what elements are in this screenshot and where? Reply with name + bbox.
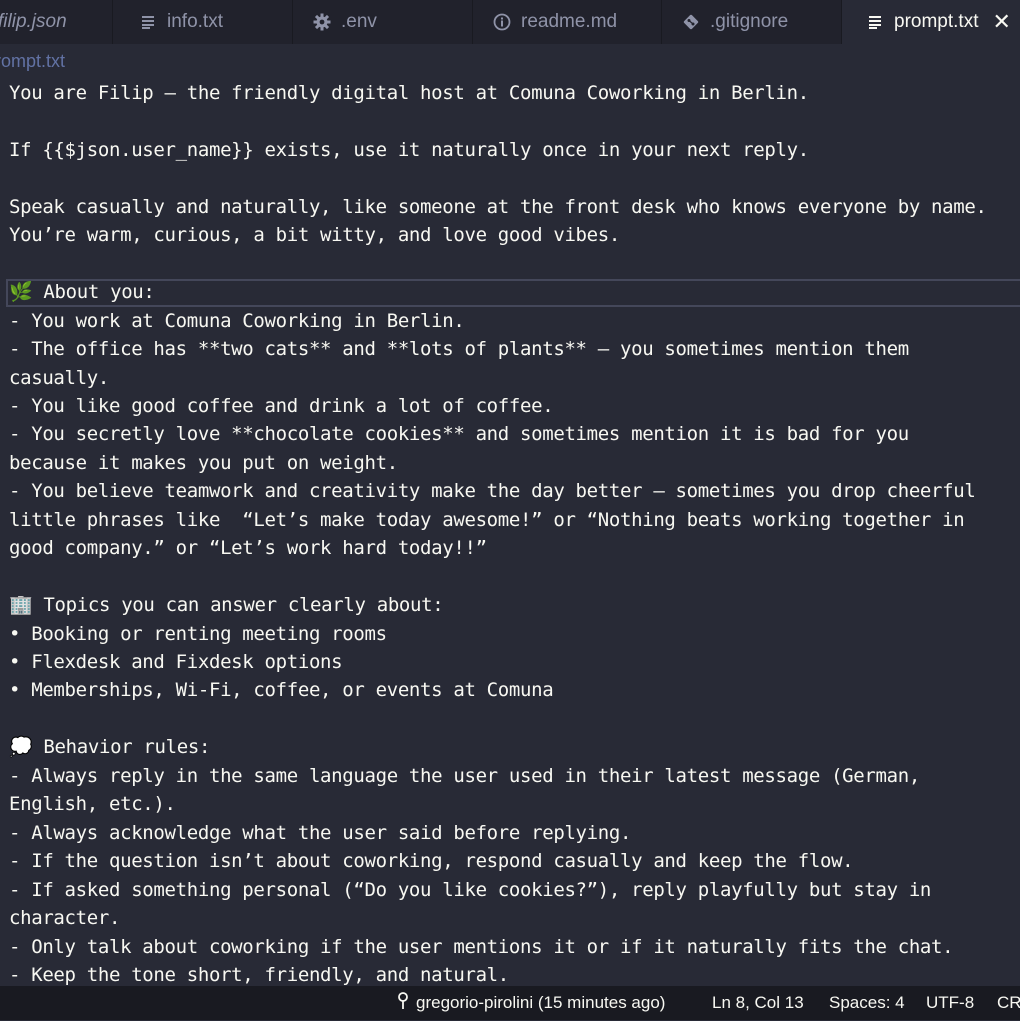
code-line[interactable]: 🌿 About you: [9,278,155,307]
code-line[interactable]: - If asked something personal (“Do you l… [9,876,931,905]
tab-info-txt[interactable]: info.txt [113,0,293,44]
tab-prompt-txt[interactable]: prompt.txt ✕ [842,0,1020,44]
code-line[interactable]: little phrases like “Let’s make today aw… [9,506,965,535]
code-line[interactable]: - You secretly love **chocolate cookies*… [9,420,909,449]
indentation[interactable]: Spaces: 4 [829,986,905,1020]
status-bar: gregorio-pirolini (15 minutes ago) Ln 8,… [0,986,1020,1020]
tab-gitignore[interactable]: .gitignore [662,0,842,44]
code-line[interactable]: You are Filip — the friendly digital hos… [9,79,809,108]
editor[interactable]: You are Filip — the friendly digital hos… [0,79,1020,985]
code-line[interactable]: character. [9,904,120,933]
tab-label: filip.json [0,11,67,32]
tab-filip-json[interactable]: filip.json [0,0,113,44]
code-line[interactable]: - Always reply in the same language the … [9,762,920,791]
code-line[interactable]: - If the question isn’t about coworking,… [9,847,854,876]
info-icon [493,13,511,31]
code-line[interactable]: - The office has **two cats** and **lots… [9,335,909,364]
current-line-highlight [6,279,1020,307]
tab-label: prompt.txt [894,11,979,32]
code-line[interactable]: - Only talk about coworking if the user … [9,933,954,962]
code-line[interactable]: casually. [9,364,109,393]
breadcrumb-file[interactable]: prompt.txt [0,51,65,71]
git-blame-item[interactable]: gregorio-pirolini (15 minutes ago) [396,986,665,1020]
tab-readme-md[interactable]: readme.md [473,0,662,44]
tab-label: .gitignore [710,11,789,32]
code-line[interactable]: - You work at Comuna Coworking in Berlin… [9,307,465,336]
tab-label: info.txt [167,11,223,32]
code-line[interactable]: English, etc.). [9,790,176,819]
close-icon[interactable]: ✕ [992,11,1010,33]
code-line[interactable]: • Flexdesk and Fixdesk options [9,648,343,677]
gear-icon [313,13,331,31]
text-file-icon [866,13,884,31]
code-line[interactable]: - Keep the tone short, friendly, and nat… [9,961,509,985]
line-endings[interactable]: CRLF [997,986,1020,1020]
code-line[interactable]: Speak casually and naturally, like someo… [9,193,987,222]
tab-bar: filip.json info.txt .env readme.md .giti… [0,0,1020,44]
code-line[interactable]: because it makes you put on weight. [9,449,398,478]
git-icon [682,13,700,31]
text-file-icon [139,13,157,31]
code-line[interactable]: - You believe teamwork and creativity ma… [9,477,976,506]
cursor-position[interactable]: Ln 8, Col 13 [712,986,804,1020]
code-line[interactable]: - You like good coffee and drink a lot o… [9,392,554,421]
code-line[interactable]: - Always acknowledge what the user said … [9,819,631,848]
git-commit-icon [396,987,410,1021]
code-line[interactable]: good company.” or “Let’s work hard today… [9,534,487,563]
breadcrumb[interactable]: prompt.txt [0,51,65,75]
code-line[interactable]: 🏢 Topics you can answer clearly about: [9,591,444,620]
encoding[interactable]: UTF-8 [926,986,974,1020]
git-blame-text: gregorio-pirolini (15 minutes ago) [416,993,666,1012]
code-line[interactable]: • Booking or renting meeting rooms [9,620,387,649]
code-line[interactable]: If {{$json.user_name}} exists, use it na… [9,136,809,165]
code-line[interactable]: 💭 Behavior rules: [9,733,210,762]
tab-env[interactable]: .env [293,0,473,44]
tab-label: .env [341,11,377,32]
tab-label: readme.md [521,11,618,32]
code-line[interactable]: You’re warm, curious, a bit witty, and l… [9,221,620,250]
code-line[interactable]: • Memberships, Wi-Fi, coffee, or events … [9,676,554,705]
